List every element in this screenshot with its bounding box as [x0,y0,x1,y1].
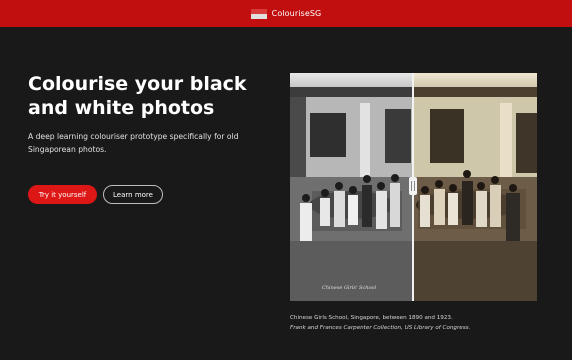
singapore-flag-icon [250,8,267,19]
caption-credit: Frank and Frances Carpenter Collection, … [290,325,471,331]
before-after-comparison-image[interactable]: Chinese Girls' School [290,73,537,301]
brand-name: ColouriseSG [271,9,322,18]
comparison-photo: Chinese Girls' School [290,73,537,301]
hero-title: Colourise your black and white photos [28,73,247,119]
try-it-yourself-button[interactable]: Try it yourself [28,185,97,204]
learn-more-button[interactable]: Learn more [103,185,163,204]
top-bar: ColouriseSG [0,0,572,27]
brand-logo[interactable]: ColouriseSG [250,8,322,19]
hero-subtitle: A deep learning colouriser prototype spe… [28,132,239,154]
photo-caption: Chinese Girls School, Singapore, between… [290,313,550,333]
caption-line: Chinese Girls School, Singapore, between… [290,315,453,321]
photo-watermark: Chinese Girls' School [322,285,377,291]
